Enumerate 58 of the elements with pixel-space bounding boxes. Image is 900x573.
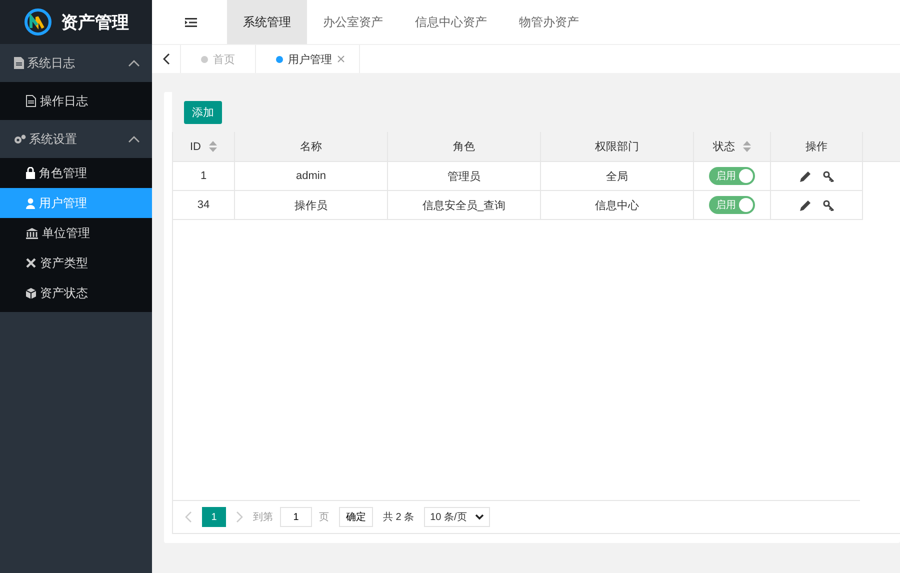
- document-icon: [26, 95, 36, 107]
- tab-dot-icon: [201, 56, 208, 62]
- nav-tab[interactable]: 办公室资产: [307, 0, 399, 44]
- nav-tab[interactable]: 系统管理: [227, 0, 307, 44]
- key-icon[interactable]: [822, 170, 834, 182]
- bank-icon: [26, 228, 38, 238]
- user-icon: [26, 198, 35, 208]
- column-header: 名称: [235, 132, 388, 162]
- nav-tab[interactable]: 信息中心资产: [399, 0, 503, 44]
- document-icon: [14, 57, 24, 69]
- page-input[interactable]: 1: [280, 507, 312, 527]
- page-size-select[interactable]: 10 条/页: [424, 507, 490, 527]
- page-unit: 页: [319, 511, 329, 524]
- nav-tab[interactable]: 物管办资产: [503, 0, 595, 44]
- table-cell: 34: [173, 191, 235, 220]
- sidebar-item[interactable]: 单位管理: [0, 218, 152, 248]
- table-cell: 1: [173, 162, 235, 191]
- sidebar-group[interactable]: 系统日志: [0, 44, 152, 82]
- sidebar-item[interactable]: 操作日志: [0, 82, 152, 120]
- column-header: 角色: [388, 132, 541, 162]
- column-header: 状态: [694, 132, 771, 162]
- goto-label: 到第: [253, 511, 273, 524]
- sidebar-group[interactable]: 系统设置: [0, 120, 152, 158]
- chevron-icon: [128, 59, 140, 67]
- column-header: ID: [173, 132, 235, 162]
- menu-icon[interactable]: [185, 18, 197, 26]
- sort-icon[interactable]: [209, 141, 217, 152]
- column-header: 权限部门: [541, 132, 694, 162]
- close-icon[interactable]: [337, 55, 345, 63]
- table-cell: 全局: [541, 162, 694, 191]
- edit-icon[interactable]: [800, 170, 810, 182]
- page-button[interactable]: 1: [202, 507, 226, 527]
- table-cell: admin: [235, 162, 388, 191]
- chevron-left-icon: [162, 53, 170, 65]
- sidebar-item[interactable]: 资产类型: [0, 248, 152, 278]
- table-cell: 信息安全员_查询: [388, 191, 541, 220]
- column-header: 操作: [771, 132, 863, 162]
- key-icon[interactable]: [822, 200, 834, 210]
- cube-icon: [26, 288, 36, 298]
- chevron-icon: [128, 135, 140, 143]
- app-title: 资产管理: [61, 12, 129, 34]
- page-tab[interactable]: 用户管理: [256, 45, 360, 73]
- sort-icon[interactable]: [743, 141, 751, 152]
- sidebar-item[interactable]: 角色管理: [0, 158, 152, 188]
- table-cell: 信息中心: [541, 191, 694, 220]
- lock-icon: [26, 167, 35, 179]
- table-cell: 管理员: [388, 162, 541, 191]
- caret-icon: [474, 514, 484, 520]
- total-count: 共 2 条: [383, 510, 414, 524]
- logo-icon: [23, 7, 53, 37]
- tab-dot-icon: [276, 56, 283, 62]
- confirm-button[interactable]: 确定: [339, 507, 373, 527]
- cross-icon: [26, 258, 36, 268]
- edit-icon[interactable]: [800, 200, 810, 210]
- add-button[interactable]: 添加: [184, 100, 222, 124]
- gears-icon: [14, 134, 26, 144]
- sidebar-item[interactable]: 资产状态: [0, 278, 152, 308]
- table-cell: 操作员: [235, 191, 388, 220]
